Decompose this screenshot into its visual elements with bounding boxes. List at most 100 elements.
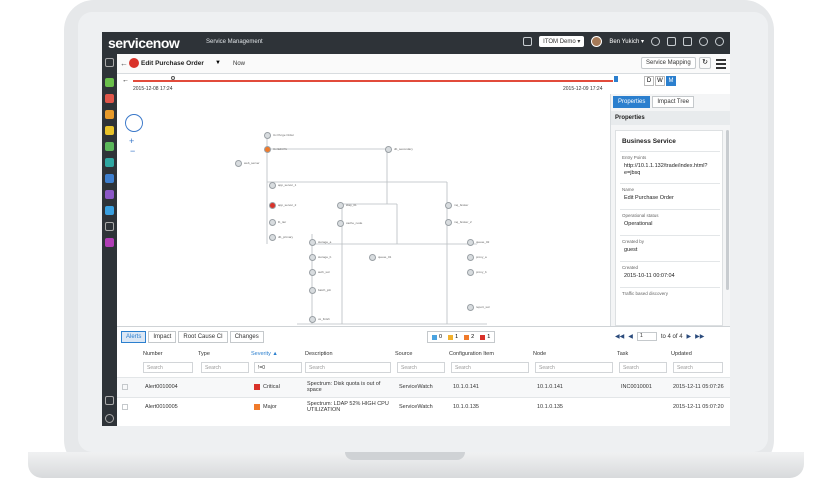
timeline[interactable]: ← 2015-12-08 17:24 2015-12-09 17:24 xyxy=(117,74,618,94)
legend-major[interactable]: 2 xyxy=(464,334,474,340)
status-value[interactable]: Operational xyxy=(624,221,716,228)
cell-node[interactable]: 10.1.0.141 xyxy=(537,384,563,390)
row-checkbox[interactable] xyxy=(122,404,128,410)
diagram-node[interactable]: db_primary xyxy=(269,234,300,241)
diagram-node[interactable]: queue_01 xyxy=(369,254,400,261)
avatar[interactable] xyxy=(591,36,603,47)
diagram-node[interactable]: db_secondary xyxy=(385,146,416,153)
diagram-node[interactable]: web_server xyxy=(235,160,266,167)
map-icon[interactable] xyxy=(105,142,114,151)
connect-icon[interactable] xyxy=(683,37,692,46)
user-menu[interactable]: Ben Yukich ▾ xyxy=(609,38,644,45)
diagram-node[interactable]: app_server_1 xyxy=(269,182,300,189)
filter-icon[interactable] xyxy=(105,58,114,67)
col-updated[interactable]: Updated xyxy=(671,351,692,357)
col-type[interactable]: Type xyxy=(198,351,210,357)
next-page-icon[interactable]: ▶ xyxy=(687,333,692,340)
diagram-node[interactable]: lb_tier xyxy=(269,219,300,226)
timeline-marker[interactable] xyxy=(171,76,175,80)
cell-ci[interactable]: 10.1.0.135 xyxy=(453,404,479,410)
page-input[interactable]: 1 xyxy=(636,332,657,341)
tab-impact-tree[interactable]: Impact Tree xyxy=(652,96,695,108)
diagram-node[interactable]: app_server_2 xyxy=(269,202,300,209)
filter-severity[interactable]: !=0 xyxy=(254,362,302,373)
table-row[interactable]: Alert0010005 Major Spectrum: LDAP 52% HI… xyxy=(117,397,730,417)
diagram-node[interactable]: ldap_01 xyxy=(337,202,368,209)
scale-day[interactable]: D xyxy=(644,76,654,86)
filter-description[interactable]: Search xyxy=(305,362,391,373)
reports-icon[interactable] xyxy=(105,126,114,135)
row-checkbox[interactable] xyxy=(122,384,128,390)
search-icon[interactable] xyxy=(651,37,660,46)
created-value[interactable]: 2015-10-11 00:07:04 xyxy=(624,273,716,280)
table-row[interactable]: Alert0010004 Critical Spectrum: Disk quo… xyxy=(117,377,730,397)
table-icon[interactable] xyxy=(105,222,114,231)
home-icon[interactable] xyxy=(105,78,114,87)
timeline-back-icon[interactable]: ← xyxy=(122,77,129,84)
more-icon[interactable] xyxy=(105,396,114,405)
diagram-node[interactable]: auth_svc xyxy=(309,269,340,276)
diagram-node[interactable]: batch_job xyxy=(309,287,340,294)
apps-icon[interactable] xyxy=(105,190,114,199)
col-task[interactable]: Task xyxy=(617,351,628,357)
filter-number[interactable]: Search xyxy=(143,362,193,373)
created-by-value[interactable]: guest xyxy=(624,247,716,254)
diagram-node[interactable]: Ux Edit Po xyxy=(264,146,295,153)
instance-selector[interactable]: ITOM Demo ▾ xyxy=(539,36,585,47)
cell-node[interactable]: 10.1.0.135 xyxy=(537,404,563,410)
scale-week[interactable]: W xyxy=(655,76,665,86)
panel-scrollbar[interactable] xyxy=(726,130,729,290)
cell-number[interactable]: Alert0010005 xyxy=(145,404,178,410)
filter-type[interactable]: Search xyxy=(201,362,249,373)
xml-icon[interactable] xyxy=(105,238,114,247)
prev-page-icon[interactable]: ◀ xyxy=(628,333,633,340)
workflow-icon[interactable] xyxy=(105,110,114,119)
diagram-node[interactable]: ux_finish xyxy=(309,316,340,323)
gear-icon[interactable] xyxy=(715,37,724,46)
now-label[interactable]: Now xyxy=(233,61,245,67)
diagram-node[interactable]: mq_broker_2 xyxy=(445,219,476,226)
col-ci[interactable]: Configuration Item xyxy=(449,351,494,357)
diagram-node[interactable]: mq_broker xyxy=(445,202,476,209)
power-icon[interactable] xyxy=(105,414,114,423)
col-description[interactable]: Description xyxy=(305,351,333,357)
service-map-diagram[interactable]: + − Ux Purge Order Ux Edit Po web_server… xyxy=(117,94,610,326)
col-number[interactable]: Number xyxy=(143,351,163,357)
tab-properties[interactable]: Properties xyxy=(613,96,651,108)
shield-icon[interactable] xyxy=(523,37,533,46)
filter-source[interactable]: Search xyxy=(397,362,445,373)
col-node[interactable]: Node xyxy=(533,351,546,357)
name-value[interactable]: Edit Purchase Order xyxy=(624,195,716,202)
timeline-bar[interactable] xyxy=(133,80,613,82)
filter-ci[interactable]: Search xyxy=(451,362,529,373)
diagram-node[interactable]: cache_node xyxy=(337,220,368,227)
col-source[interactable]: Source xyxy=(395,351,412,357)
menu-icon[interactable] xyxy=(715,57,727,69)
form-title[interactable]: Edit Purchase Order xyxy=(141,60,204,67)
diagram-node[interactable]: storage_b xyxy=(309,254,340,261)
filter-node[interactable]: Search xyxy=(535,362,613,373)
hierarchy-icon[interactable] xyxy=(105,174,114,183)
diagram-node[interactable]: queue_02 xyxy=(467,239,498,246)
legend-critical[interactable]: 1 xyxy=(480,334,490,340)
cell-task[interactable]: INC0010001 xyxy=(621,384,652,390)
legend-minor[interactable]: 1 xyxy=(448,334,458,340)
entry-points-value[interactable]: http://10.1.1.132/trade/index.html?e=jbs… xyxy=(624,163,716,177)
diagram-node[interactable]: proxy_a xyxy=(467,254,498,261)
cell-ci[interactable]: 10.1.0.141 xyxy=(453,384,479,390)
diagram-node[interactable]: proxy_b xyxy=(467,269,498,276)
back-arrow-icon[interactable]: ← xyxy=(120,59,128,68)
filter-updated[interactable]: Search xyxy=(673,362,723,373)
filter-task[interactable]: Search xyxy=(619,362,667,373)
help-icon[interactable] xyxy=(699,37,708,46)
diagram-node[interactable]: Ux Purge Order xyxy=(264,132,295,139)
tab-root-cause[interactable]: Root Cause CI xyxy=(178,331,228,343)
last-page-icon[interactable]: ▶▶ xyxy=(695,333,704,340)
scale-month[interactable]: M xyxy=(666,76,676,86)
alert-icon[interactable] xyxy=(105,94,114,103)
first-page-icon[interactable]: ◀◀ xyxy=(615,333,624,340)
servicenow-logo[interactable]: servicenow xyxy=(108,35,180,51)
chat-icon[interactable] xyxy=(667,37,676,46)
service-mapping-button[interactable]: Service Mapping xyxy=(641,57,696,69)
refresh-icon[interactable]: ↻ xyxy=(699,57,711,69)
